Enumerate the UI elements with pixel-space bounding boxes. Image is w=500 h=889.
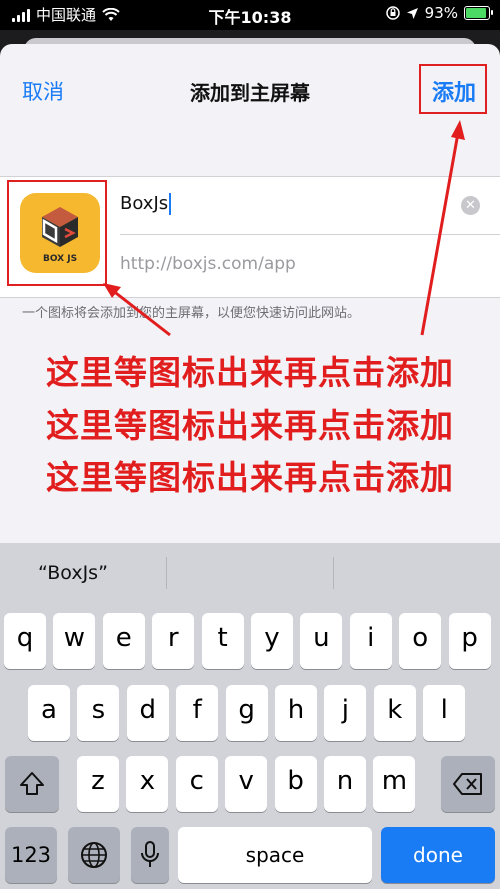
annotation-line-1: 这里等图标出来再点击添加 — [46, 353, 454, 392]
key-r[interactable]: r — [152, 613, 195, 669]
key-label: f — [192, 695, 202, 725]
arrow-icon — [103, 283, 171, 337]
key-c[interactable]: c — [175, 756, 218, 812]
key-label: d — [139, 695, 157, 725]
key-label: v — [238, 766, 254, 796]
key-w[interactable]: w — [53, 613, 96, 669]
key-label: o — [412, 623, 429, 653]
key-a[interactable]: a — [28, 685, 70, 741]
key-x[interactable]: x — [126, 756, 169, 812]
key-label: t — [217, 623, 228, 653]
key-label: u — [313, 623, 330, 653]
backspace-icon — [453, 773, 482, 795]
shift-key[interactable] — [5, 756, 59, 812]
microphone-icon — [141, 841, 159, 867]
key-m[interactable]: m — [373, 756, 416, 812]
key-label: e — [115, 623, 132, 653]
key-label: x — [139, 766, 156, 796]
key-label: a — [41, 695, 57, 725]
globe-icon — [81, 842, 107, 868]
key-k[interactable]: k — [373, 685, 416, 741]
key-label: b — [287, 766, 304, 796]
annotation-line-3: 这里等图标出来再点击添加 — [46, 458, 454, 497]
key-label: q — [16, 623, 34, 653]
key-t[interactable]: t — [201, 613, 244, 669]
key-label: j — [341, 695, 349, 725]
key-s[interactable]: s — [77, 685, 120, 741]
key-label: w — [63, 623, 86, 653]
key-n[interactable]: n — [324, 756, 366, 812]
key-e[interactable]: e — [102, 613, 145, 669]
key-y[interactable]: y — [251, 613, 293, 669]
annotation-line-2: 这里等图标出来再点击添加 — [46, 406, 454, 445]
key-v[interactable]: v — [225, 756, 268, 812]
key-label: n — [336, 766, 354, 796]
key-label: z — [91, 766, 105, 796]
key-label: c — [189, 766, 204, 796]
key-l[interactable]: l — [423, 685, 466, 741]
key-i[interactable]: i — [349, 613, 392, 669]
key-h[interactable]: h — [275, 685, 317, 741]
key-b[interactable]: b — [274, 756, 317, 812]
done-key[interactable]: done — [381, 827, 495, 883]
key-q[interactable]: q — [4, 613, 46, 669]
key-j[interactable]: j — [324, 685, 367, 741]
key-label: h — [287, 695, 305, 725]
key-label: y — [264, 623, 280, 653]
key-f[interactable]: f — [176, 685, 219, 741]
key-label: p — [461, 623, 478, 653]
key-z[interactable]: z — [77, 756, 119, 812]
microphone-key[interactable] — [131, 827, 169, 883]
key-label: r — [167, 623, 179, 653]
key-label: m — [381, 766, 408, 796]
numbers-key[interactable]: 123 — [5, 827, 57, 883]
space-key[interactable]: space — [178, 827, 372, 883]
key-label: g — [238, 695, 255, 725]
key-g[interactable]: g — [225, 685, 268, 741]
backspace-key[interactable] — [441, 756, 495, 812]
key-label: k — [387, 695, 403, 725]
key-p[interactable]: p — [448, 613, 491, 669]
shift-icon — [20, 772, 44, 795]
suggestion-item[interactable]: “BoxJs” — [38, 562, 108, 584]
key-label: l — [440, 695, 448, 725]
key-label: i — [367, 623, 375, 653]
key-u[interactable]: u — [300, 613, 343, 669]
key-d[interactable]: d — [126, 685, 169, 741]
key-label: s — [91, 695, 106, 725]
suggestion-bar: “BoxJs” — [0, 543, 500, 603]
arrow-icon — [420, 120, 465, 336]
key-o[interactable]: o — [399, 613, 442, 669]
globe-key[interactable] — [68, 827, 120, 883]
